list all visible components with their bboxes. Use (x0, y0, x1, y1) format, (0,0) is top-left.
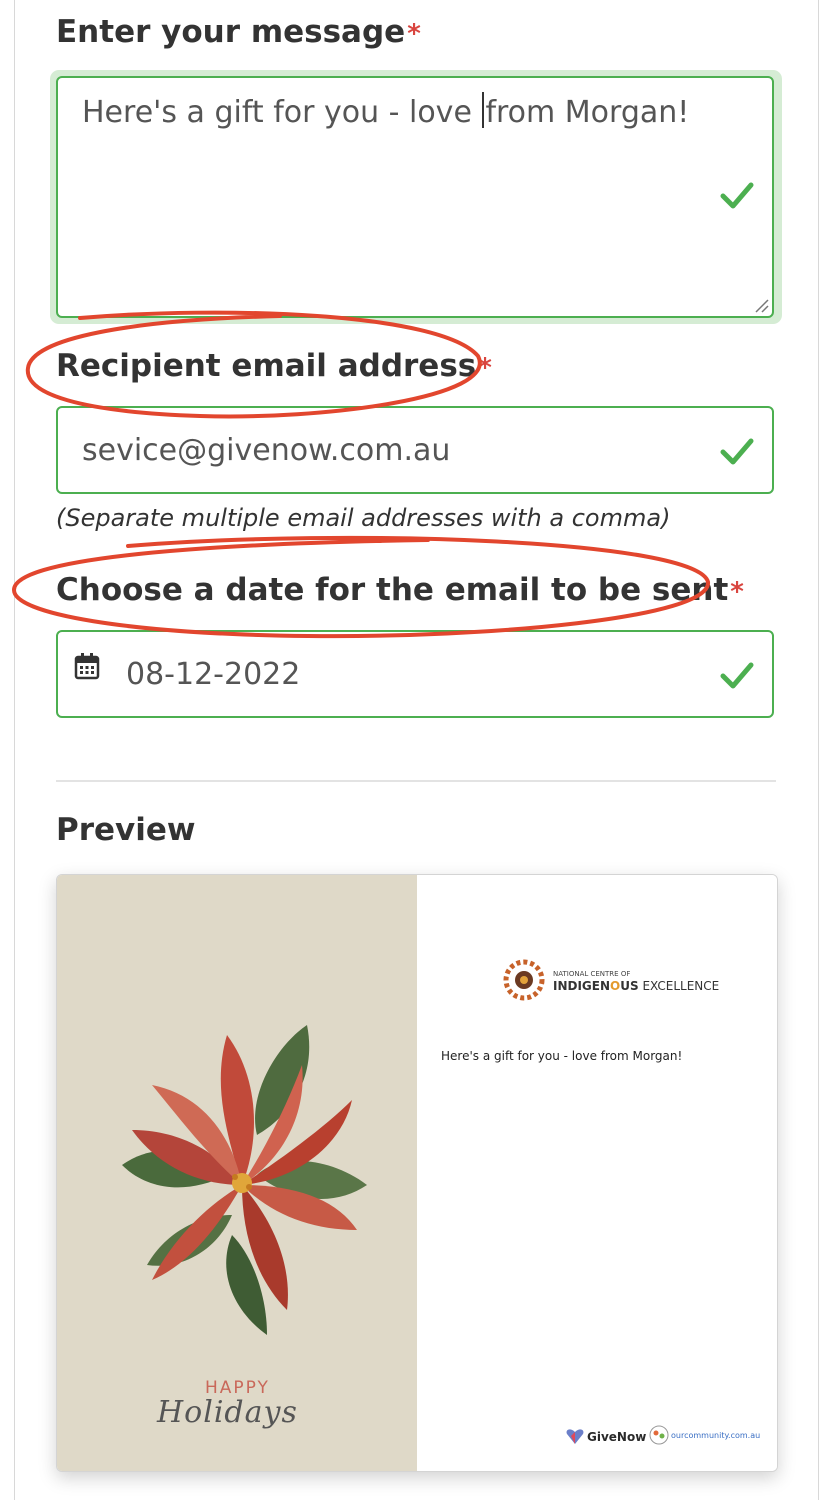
givenow-logo-text: GiveNow (587, 1430, 647, 1444)
check-icon (720, 438, 754, 465)
calendar-icon[interactable] (74, 652, 100, 680)
poinsettia-illustration (122, 1025, 367, 1335)
recipient-label: Recipient email address* (56, 348, 492, 384)
recipient-hint: (Separate multiple email addresses with … (56, 504, 671, 532)
card-message: Here's a gift for you - love from Morgan… (441, 1049, 683, 1063)
card-inside: NATIONAL CENTRE OF INDIGENOUS EXCELLENCE… (417, 875, 777, 1471)
page-border-left (14, 0, 15, 1500)
send-date-input[interactable]: 08-12-2022 (56, 630, 774, 718)
message-textarea[interactable]: Here's a gift for you - love from Morgan… (56, 76, 774, 318)
org-logo-text: INDIGENOUS EXCELLENCE (553, 979, 720, 993)
message-label: Enter your message* (56, 14, 421, 50)
ourcommunity-logo-text: ourcommunity.com.au (671, 1431, 761, 1440)
ourcommunity-logo-icon (649, 1425, 669, 1445)
message-text: Here's a gift for you - love from Morgan… (82, 92, 689, 130)
resize-handle-icon[interactable] (752, 296, 770, 314)
givenow-logo-icon (566, 1429, 584, 1444)
recipient-email-value: sevice@givenow.com.au (82, 433, 451, 468)
send-date-label: Choose a date for the email to be sent* (56, 572, 744, 608)
check-icon (720, 182, 754, 209)
send-date-value: 08-12-2022 (126, 657, 301, 692)
ecard-preview: HAPPY Holidays NATIONAL CENTRE OF INDIGE… (56, 874, 778, 1472)
card-greeting-holidays: Holidays (157, 1395, 298, 1430)
preview-title: Preview (56, 812, 196, 848)
org-logo-icon (503, 959, 545, 1001)
check-icon (720, 662, 754, 689)
recipient-email-input[interactable]: sevice@givenow.com.au (56, 406, 774, 494)
org-logo-small-text: NATIONAL CENTRE OF (553, 970, 631, 978)
card-front: HAPPY Holidays (57, 875, 417, 1471)
page-border-right (818, 0, 819, 1500)
section-divider (56, 780, 776, 782)
